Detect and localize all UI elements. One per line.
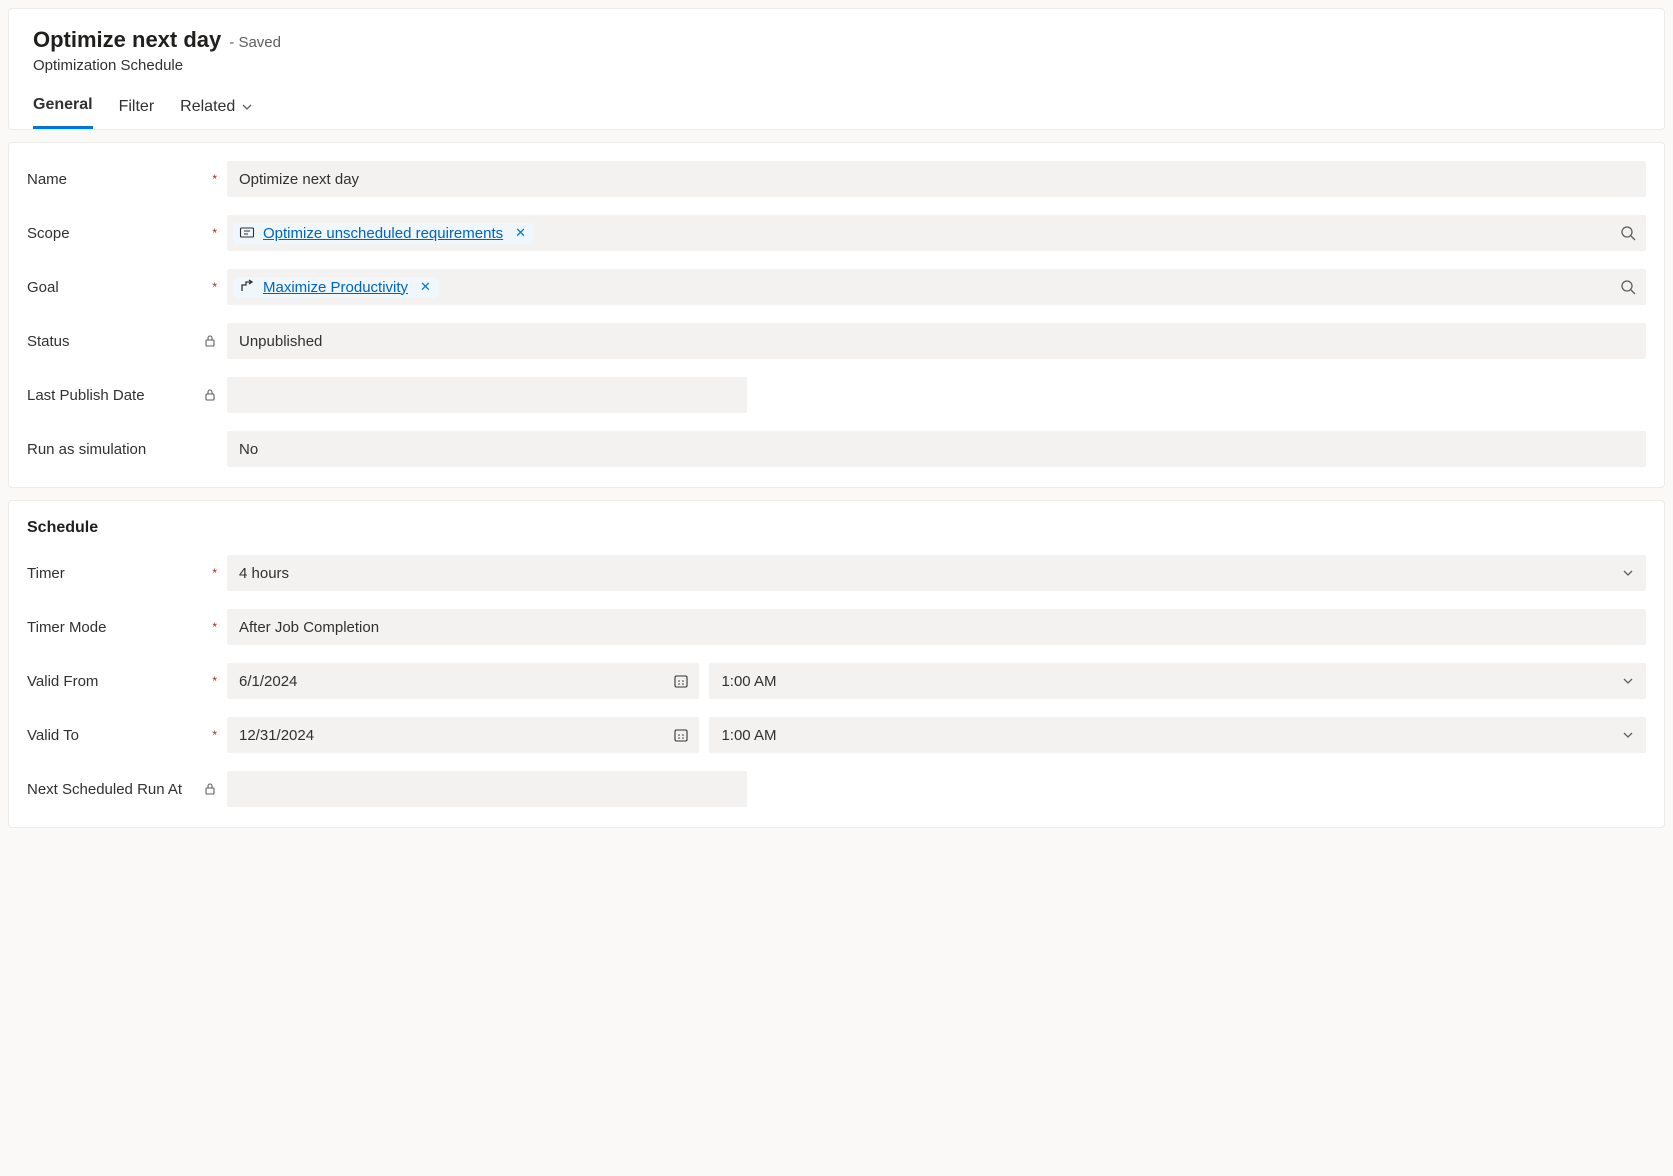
page-title: Optimize next day	[33, 27, 221, 53]
name-input[interactable]: Optimize next day	[227, 161, 1646, 197]
tab-related[interactable]: Related	[180, 96, 253, 129]
calendar-icon[interactable]	[673, 727, 689, 743]
form-header: Optimize next day - Saved Optimization S…	[8, 8, 1665, 130]
chevron-down-icon	[1622, 567, 1634, 579]
last-publish-field	[227, 377, 747, 413]
row-timer: Timer * 4 hours	[27, 555, 1646, 591]
tab-general[interactable]: General	[33, 96, 93, 129]
timer-select[interactable]: 4 hours	[227, 555, 1646, 591]
row-name: Name * Optimize next day	[27, 161, 1646, 197]
tab-general-label: General	[33, 96, 93, 114]
search-icon[interactable]	[1620, 279, 1636, 295]
required-star: *	[208, 674, 217, 688]
required-star: *	[208, 620, 217, 634]
timer-mode-field[interactable]: After Job Completion	[227, 609, 1646, 645]
label-valid-to: Valid To	[27, 727, 208, 744]
goal-lookup[interactable]: Maximize Productivity ✕	[227, 269, 1646, 305]
required-star: *	[208, 728, 217, 742]
name-value: Optimize next day	[239, 171, 359, 188]
label-goal: Goal	[27, 279, 208, 296]
goal-link[interactable]: Maximize Productivity	[263, 279, 408, 296]
scope-link[interactable]: Optimize unscheduled requirements	[263, 225, 503, 242]
row-timer-mode: Timer Mode * After Job Completion	[27, 609, 1646, 645]
goal-entity-icon	[239, 279, 255, 295]
timer-value: 4 hours	[239, 565, 289, 582]
remove-goal-icon[interactable]: ✕	[416, 279, 431, 295]
schedule-section: Schedule Timer * 4 hours Timer Mode * Af…	[8, 500, 1665, 828]
required-star: *	[208, 566, 217, 580]
required-star: *	[208, 226, 217, 240]
lock-icon	[203, 334, 217, 348]
valid-from-date[interactable]: 6/1/2024	[227, 663, 699, 699]
label-valid-from: Valid From	[27, 673, 208, 690]
label-timer-mode: Timer Mode	[27, 619, 208, 636]
schedule-title: Schedule	[27, 519, 1646, 537]
label-last-publish: Last Publish Date	[27, 387, 203, 404]
scope-lookup[interactable]: Optimize unscheduled requirements ✕	[227, 215, 1646, 251]
label-name: Name	[27, 171, 208, 188]
valid-from-time[interactable]: 1:00 AM	[709, 663, 1646, 699]
valid-to-time-value: 1:00 AM	[721, 727, 776, 744]
valid-to-date[interactable]: 12/31/2024	[227, 717, 699, 753]
row-next-run: Next Scheduled Run At	[27, 771, 1646, 807]
timer-mode-value: After Job Completion	[239, 619, 379, 636]
valid-from-date-value: 6/1/2024	[239, 673, 297, 690]
row-goal: Goal * Maximize Productivity ✕	[27, 269, 1646, 305]
general-section: Name * Optimize next day Scope * Optimiz…	[8, 142, 1665, 488]
scope-entity-icon	[239, 225, 255, 241]
valid-from-time-value: 1:00 AM	[721, 673, 776, 690]
required-star: *	[208, 280, 217, 294]
scope-tag: Optimize unscheduled requirements ✕	[233, 223, 534, 244]
row-valid-from: Valid From * 6/1/2024 1:00 AM	[27, 663, 1646, 699]
lock-icon	[203, 782, 217, 796]
label-timer: Timer	[27, 565, 208, 582]
form-tabs: General Filter Related	[33, 96, 1640, 129]
goal-tag: Maximize Productivity ✕	[233, 277, 439, 298]
row-status: Status Unpublished	[27, 323, 1646, 359]
run-sim-value: No	[239, 441, 258, 458]
next-run-field	[227, 771, 747, 807]
entity-subtitle: Optimization Schedule	[33, 57, 1640, 74]
label-status: Status	[27, 333, 203, 350]
tab-filter[interactable]: Filter	[119, 96, 155, 129]
label-next-run: Next Scheduled Run At	[27, 781, 203, 798]
chevron-down-icon	[1622, 675, 1634, 687]
row-run-sim: Run as simulation No	[27, 431, 1646, 467]
valid-to-date-value: 12/31/2024	[239, 727, 314, 744]
status-value: Unpublished	[239, 333, 322, 350]
row-scope: Scope * Optimize unscheduled requirement…	[27, 215, 1646, 251]
search-icon[interactable]	[1620, 225, 1636, 241]
tab-filter-label: Filter	[119, 98, 155, 116]
tab-related-label: Related	[180, 98, 235, 116]
remove-scope-icon[interactable]: ✕	[511, 225, 526, 241]
label-scope: Scope	[27, 225, 208, 242]
saved-status: - Saved	[229, 34, 281, 51]
chevron-down-icon	[241, 101, 253, 113]
valid-to-time[interactable]: 1:00 AM	[709, 717, 1646, 753]
label-run-sim: Run as simulation	[27, 441, 217, 458]
calendar-icon[interactable]	[673, 673, 689, 689]
lock-icon	[203, 388, 217, 402]
status-field: Unpublished	[227, 323, 1646, 359]
row-last-publish: Last Publish Date	[27, 377, 1646, 413]
run-sim-field[interactable]: No	[227, 431, 1646, 467]
required-star: *	[208, 172, 217, 186]
chevron-down-icon	[1622, 729, 1634, 741]
row-valid-to: Valid To * 12/31/2024 1:00 AM	[27, 717, 1646, 753]
